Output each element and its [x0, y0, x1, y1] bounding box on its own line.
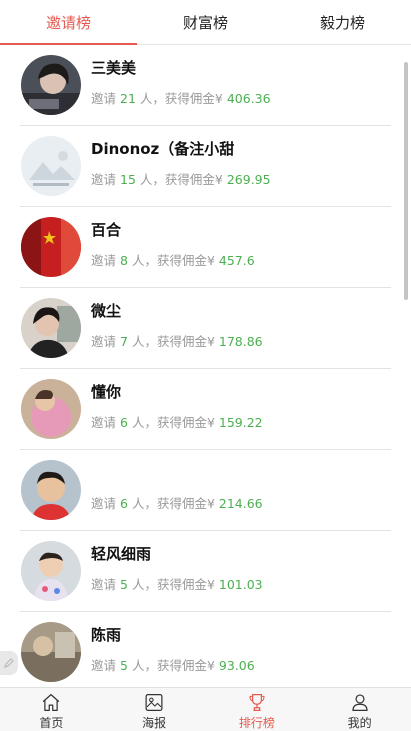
avatar [21, 217, 81, 277]
avatar [21, 55, 81, 115]
nav-mine[interactable]: 我的 [308, 688, 411, 731]
list-item[interactable]: 百合 邀请 8 人，获得佣金¥ 457.6 [20, 207, 391, 288]
list-item[interactable]: 邀请 6 人，获得佣金¥ 214.66 [20, 450, 391, 531]
ranking-tabs: 邀请榜 财富榜 毅力榜 [0, 0, 411, 45]
user-name: 三美美 [91, 59, 137, 77]
invite-stats: 邀请 8 人，获得佣金¥ 457.6 [91, 253, 255, 268]
trophy-icon [249, 694, 265, 711]
invite-stats: 邀请 6 人，获得佣金¥ 159.22 [91, 415, 263, 430]
avatar [21, 541, 81, 601]
avatar [21, 379, 81, 439]
invite-stats: 邀请 5 人，获得佣金¥ 93.06 [91, 658, 255, 673]
tab-perseverance-ranking[interactable]: 毅力榜 [274, 0, 411, 44]
user-name: 轻风细雨 [91, 545, 152, 563]
list-item[interactable]: Dinonoz（备注小甜 邀请 15 人，获得佣金¥ 269.95 [20, 126, 391, 207]
avatar [21, 460, 81, 520]
poster-icon [145, 694, 163, 711]
list-item[interactable]: 陈雨 邀请 5 人，获得佣金¥ 93.06 [20, 612, 391, 687]
list-item[interactable]: 微尘 邀请 7 人，获得佣金¥ 178.86 [20, 288, 391, 369]
list-item[interactable]: 懂你 邀请 6 人，获得佣金¥ 159.22 [20, 369, 391, 450]
floating-edit-icon[interactable] [0, 651, 18, 675]
user-icon [352, 694, 368, 711]
tab-wealth-ranking[interactable]: 财富榜 [137, 0, 274, 44]
avatar [21, 298, 81, 358]
scrollbar[interactable] [404, 62, 408, 300]
invite-stats: 邀请 6 人，获得佣金¥ 214.66 [91, 496, 263, 511]
avatar [21, 136, 81, 196]
nav-home[interactable]: 首页 [0, 688, 103, 731]
ranking-list[interactable]: 三美美 邀请 21 人，获得佣金¥ 406.36 Dinonoz（备注小甜 邀请… [0, 45, 411, 687]
list-item[interactable]: 三美美 邀请 21 人，获得佣金¥ 406.36 [20, 45, 391, 126]
invite-stats: 邀请 15 人，获得佣金¥ 269.95 [91, 172, 271, 187]
user-name: 百合 [91, 221, 122, 239]
bottom-nav: 首页 海报 排行榜 我的 [0, 687, 411, 731]
invite-stats: 邀请 5 人，获得佣金¥ 101.03 [91, 577, 263, 592]
user-name: 微尘 [91, 302, 122, 320]
nav-poster[interactable]: 海报 [103, 688, 206, 731]
avatar [21, 622, 81, 682]
list-item[interactable]: 轻风细雨 邀请 5 人，获得佣金¥ 101.03 [20, 531, 391, 612]
tab-invite-ranking[interactable]: 邀请榜 [0, 0, 137, 45]
user-name: 懂你 [91, 383, 122, 401]
user-name: 陈雨 [91, 626, 122, 644]
user-name: Dinonoz（备注小甜 [91, 140, 235, 158]
invite-stats: 邀请 21 人，获得佣金¥ 406.36 [91, 91, 271, 106]
nav-ranking[interactable]: 排行榜 [206, 688, 309, 731]
home-icon [43, 694, 60, 711]
invite-stats: 邀请 7 人，获得佣金¥ 178.86 [91, 334, 263, 349]
